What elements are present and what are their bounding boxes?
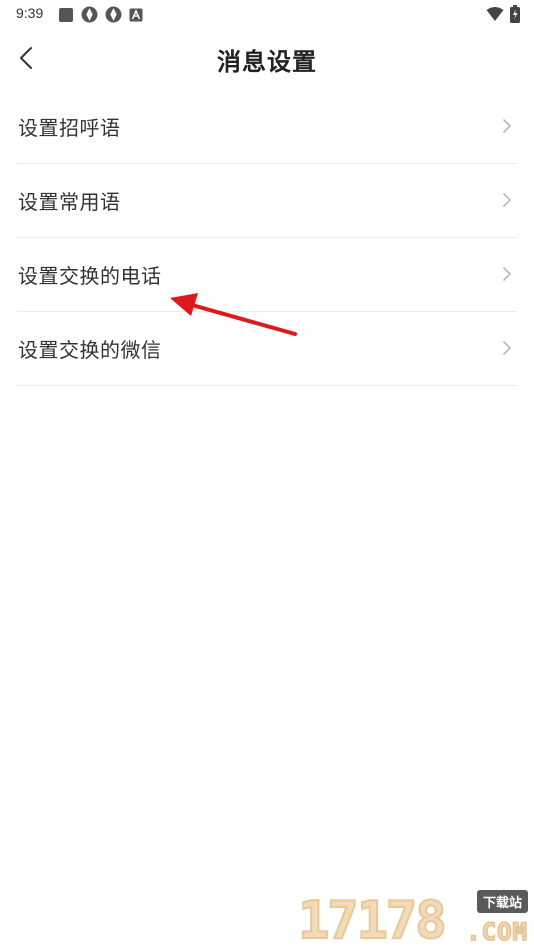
a-box-icon (129, 8, 143, 21)
watermark-badge: 下载站 (476, 890, 528, 913)
square-app-icon (59, 7, 73, 22)
wifi-icon (486, 7, 504, 21)
app-header: 消息设置 (0, 28, 534, 90)
watermark-logo: 17178 下载站 .COM (297, 888, 530, 951)
menu-item-label: 设置交换的微信 (18, 338, 162, 362)
battery-charging-icon (510, 5, 520, 23)
menu-item-exchange-wechat[interactable]: 设置交换的微信 (17, 312, 517, 386)
status-bar: 9:39 (0, 0, 534, 28)
menu-item-common-phrases[interactable]: 设置常用语 (17, 164, 517, 238)
chevron-right-icon (503, 267, 511, 281)
watermark-domain: .COM (465, 917, 528, 947)
settings-menu: 设置招呼语 设置常用语 设置交换的电话 设置交换的微信 (0, 90, 534, 386)
menu-item-label: 设置常用语 (18, 190, 121, 214)
watermark-digits: 17178 (297, 891, 448, 951)
menu-item-exchange-phone[interactable]: 设置交换的电话 (17, 238, 517, 312)
menu-item-greeting[interactable]: 设置招呼语 (17, 90, 517, 164)
chevron-right-icon (503, 193, 511, 207)
system-icons (486, 5, 520, 23)
menu-item-label: 设置交换的电话 (18, 264, 162, 288)
chevron-right-icon (503, 341, 511, 355)
aperture-icon (105, 6, 122, 23)
menu-item-label: 设置招呼语 (18, 116, 121, 140)
notification-icons (58, 6, 143, 23)
aperture-icon (81, 6, 98, 23)
status-time: 9:39 (16, 5, 44, 21)
chevron-right-icon (503, 119, 511, 133)
page-title: 消息设置 (217, 48, 317, 76)
